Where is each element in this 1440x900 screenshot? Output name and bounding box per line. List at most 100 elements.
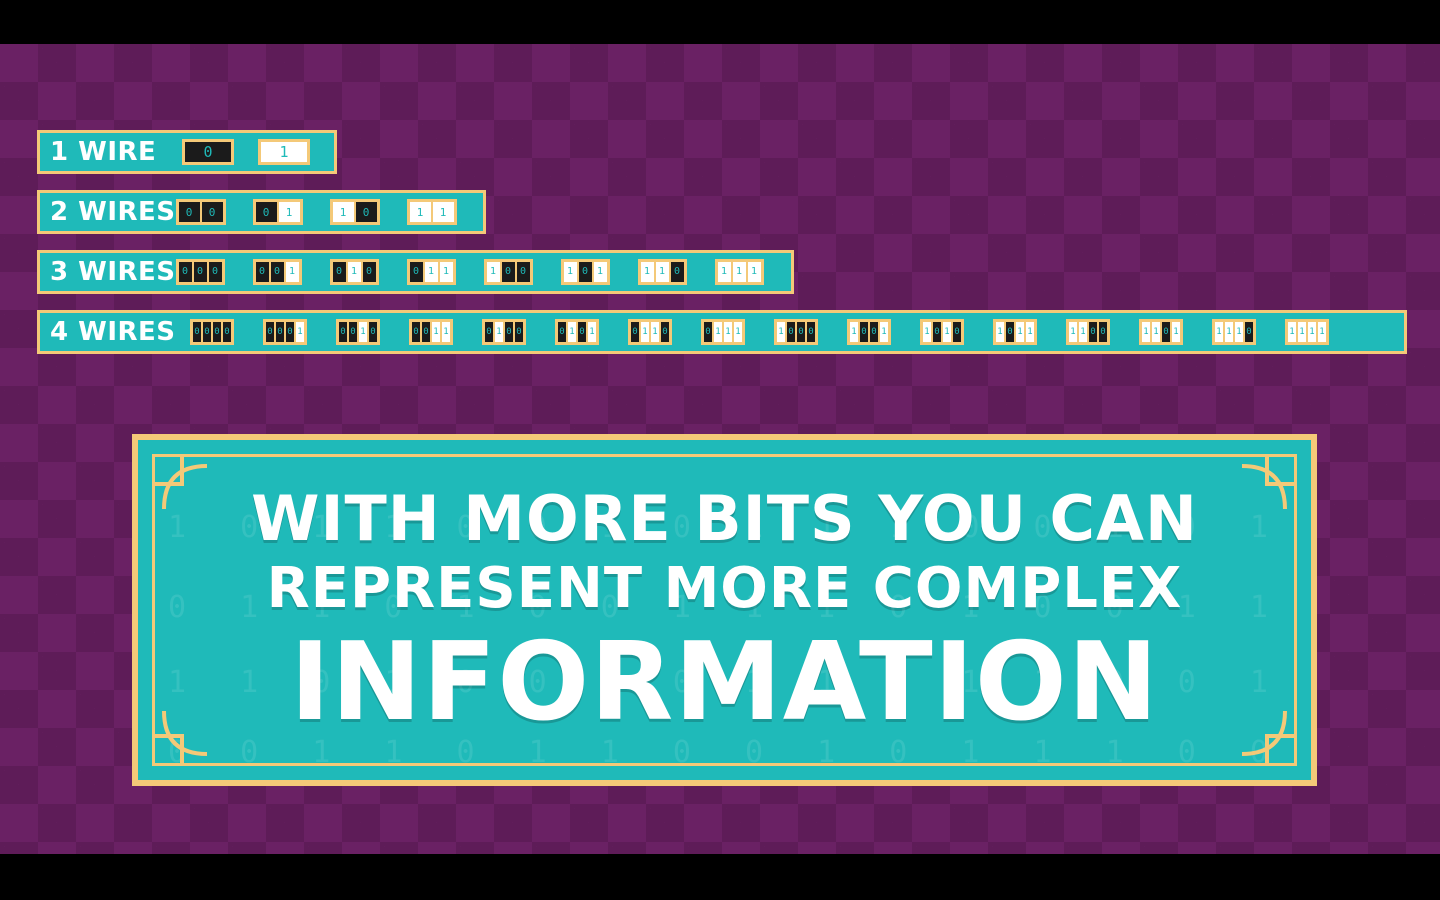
bit-on: 1 — [1297, 321, 1307, 343]
bit-off: 0 — [184, 141, 232, 163]
bit-off: 0 — [354, 201, 378, 223]
headline-banner: 1 0 1 1 0 0 1 0 1 1 1 0 0 1 0 1 1 0 0 1 … — [132, 434, 1317, 786]
bit-off: 0 — [504, 321, 514, 343]
bit-off: 0 — [212, 321, 222, 343]
bit-combination: 0010 — [336, 319, 380, 345]
bit-off: 0 — [1244, 321, 1254, 343]
headline-line-2: REPRESENT MORE COMPLEX — [266, 556, 1183, 621]
bit-on: 1 — [1141, 321, 1151, 343]
bit-on: 1 — [331, 201, 355, 223]
bit-combination: 0111 — [701, 319, 745, 345]
bit-on: 1 — [942, 321, 952, 343]
bit-on: 1 — [713, 321, 723, 343]
bit-off: 0 — [285, 321, 295, 343]
bit-off: 0 — [932, 321, 942, 343]
headline-line-3: INFORMATION — [289, 620, 1160, 745]
bit-combination: 0001 — [263, 319, 307, 345]
bit-on: 1 — [1307, 321, 1317, 343]
bit-on: 1 — [654, 261, 670, 283]
bit-on: 1 — [494, 321, 504, 343]
bit-off: 0 — [338, 321, 348, 343]
bit-on: 1 — [1068, 321, 1078, 343]
bit-off: 0 — [192, 261, 208, 283]
bit-off: 0 — [703, 321, 713, 343]
bit-combination: 000 — [175, 259, 225, 285]
bit-combination: 111 — [714, 259, 764, 285]
bit-off: 0 — [254, 261, 270, 283]
bit-off: 0 — [806, 321, 816, 343]
bit-off: 0 — [869, 321, 879, 343]
bit-off: 0 — [557, 321, 567, 343]
bit-off: 0 — [1005, 321, 1015, 343]
bit-off: 0 — [275, 321, 285, 343]
bit-off: 0 — [411, 321, 421, 343]
wire-row-4: 4 WIRES 00000001001000110100010101100111… — [37, 310, 1407, 354]
bit-on: 1 — [640, 321, 650, 343]
bit-on: 1 — [277, 201, 301, 223]
bit-combination: 100 — [483, 259, 533, 285]
bit-combination: 10 — [329, 199, 380, 225]
bit-combination: 110 — [637, 259, 687, 285]
bit-on: 1 — [562, 261, 578, 283]
bit-off: 0 — [331, 261, 347, 283]
bit-off: 0 — [1161, 321, 1171, 343]
bit-off: 0 — [577, 261, 593, 283]
wire-row-1: 1 WIRE 01 — [37, 130, 337, 174]
bit-off: 0 — [269, 261, 285, 283]
bit-off: 0 — [177, 261, 193, 283]
bit-combination: 1111 — [1285, 319, 1329, 345]
bit-on: 1 — [431, 321, 441, 343]
bit-on: 1 — [284, 261, 300, 283]
bit-off: 0 — [207, 261, 223, 283]
bit-on: 1 — [358, 321, 368, 343]
combo-list: 01 — [182, 139, 334, 165]
bit-combination: 0100 — [482, 319, 526, 345]
bit-off: 0 — [859, 321, 869, 343]
bit-on: 1 — [716, 261, 732, 283]
bit-combination: 1010 — [920, 319, 964, 345]
bit-off: 0 — [660, 321, 670, 343]
bit-off: 0 — [368, 321, 378, 343]
bit-off: 0 — [500, 261, 516, 283]
wire-row-label: 4 WIRES — [50, 317, 176, 347]
bit-off: 0 — [254, 201, 278, 223]
headline-line-1: WITH MORE BITS YOU CAN — [251, 482, 1198, 555]
bit-combination: 101 — [560, 259, 610, 285]
bit-on: 1 — [587, 321, 597, 343]
bit-on: 1 — [1287, 321, 1297, 343]
bit-on: 1 — [260, 141, 308, 163]
wire-row-2: 2 WIRES 00011011 — [37, 190, 486, 234]
combo-list: 0000000100100011010001010110011110001001… — [190, 319, 1358, 345]
bit-combination: 0000 — [190, 319, 234, 345]
bit-off: 0 — [514, 321, 524, 343]
bit-off: 0 — [361, 261, 377, 283]
bit-off: 0 — [577, 321, 587, 343]
bit-on: 1 — [431, 201, 455, 223]
bit-combination: 1110 — [1212, 319, 1256, 345]
bit-on: 1 — [438, 261, 454, 283]
bit-off: 0 — [408, 261, 424, 283]
bit-combination: 1000 — [774, 319, 818, 345]
bit-off: 0 — [796, 321, 806, 343]
wire-row-3: 3 WIRES 000001010011100101110111 — [37, 250, 794, 294]
bit-combination: 0011 — [409, 319, 453, 345]
bit-on: 1 — [408, 201, 432, 223]
wire-row-label: 3 WIRES — [50, 257, 176, 287]
bit-combination: 0101 — [555, 319, 599, 345]
bit-on: 1 — [1171, 321, 1181, 343]
wire-row-label: 2 WIRES — [50, 197, 176, 227]
bit-combination: 010 — [329, 259, 379, 285]
bit-off: 0 — [222, 321, 232, 343]
bit-off: 0 — [630, 321, 640, 343]
bit-on: 1 — [995, 321, 1005, 343]
bit-on: 1 — [639, 261, 655, 283]
bit-on: 1 — [567, 321, 577, 343]
bit-on: 1 — [1015, 321, 1025, 343]
bit-on: 1 — [346, 261, 362, 283]
bit-on: 1 — [592, 261, 608, 283]
bit-off: 0 — [200, 201, 224, 223]
bit-off: 0 — [202, 321, 212, 343]
bit-off: 0 — [1098, 321, 1108, 343]
bit-off: 0 — [484, 321, 494, 343]
combo-list: 000001010011100101110111 — [175, 259, 792, 285]
